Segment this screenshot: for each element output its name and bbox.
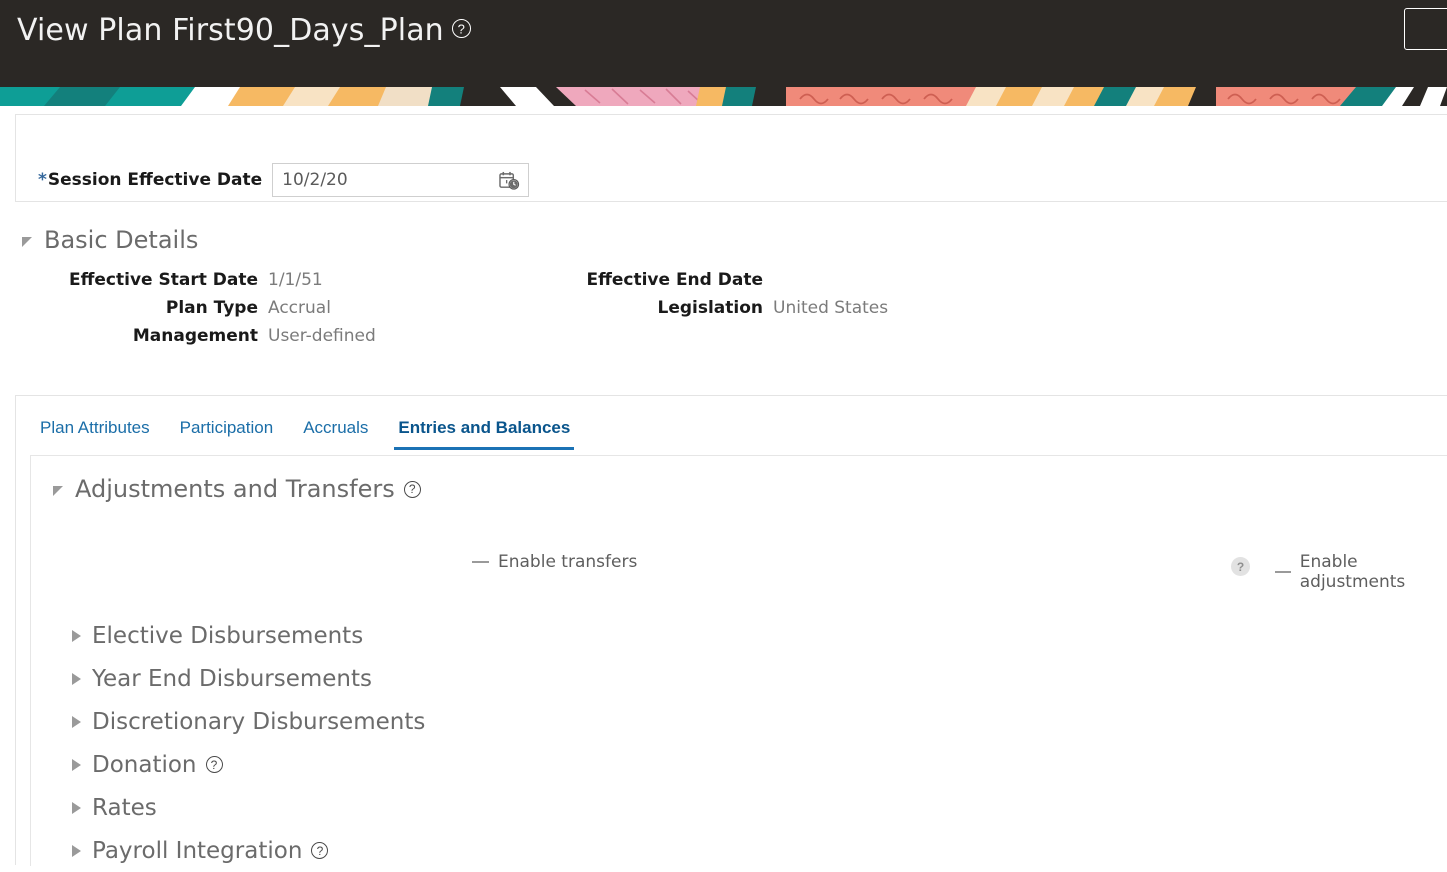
section-label: Discretionary Disbursements <box>92 708 426 735</box>
section-elective-disbursements[interactable]: Elective Disbursements <box>71 614 425 657</box>
plan-type-label: Plan Type <box>165 298 258 318</box>
tab-plan-attributes[interactable]: Plan Attributes <box>36 418 154 450</box>
effective-end-date-label: Effective End Date <box>586 270 763 290</box>
banner-pattern <box>0 87 1447 106</box>
session-effective-date-value: 10/2/20 <box>282 170 348 190</box>
help-circle-icon[interactable] <box>403 480 421 498</box>
legislation-value: United States <box>773 298 889 318</box>
calendar-clock-icon[interactable] <box>499 171 520 191</box>
legislation-label: Legislation <box>657 298 763 318</box>
app-header: View Plan First90_Days_Plan <box>0 0 1447 87</box>
section-label: Elective Disbursements <box>92 622 364 649</box>
collapse-triangle-down-icon[interactable] <box>22 233 36 247</box>
expand-triangle-right-icon[interactable] <box>71 629 83 643</box>
basic-details-header[interactable]: Basic Details <box>22 226 198 254</box>
decorative-banner-strip <box>0 87 1447 106</box>
adjustments-and-transfers-title: Adjustments and Transfers <box>75 475 395 503</box>
header-action-button[interactable] <box>1404 8 1447 50</box>
expand-triangle-right-icon[interactable] <box>71 672 83 686</box>
section-donation[interactable]: Donation <box>71 743 425 786</box>
section-label: Year End Disbursements <box>92 665 373 692</box>
toggle-off-dash-icon <box>1275 571 1291 573</box>
section-payroll-integration[interactable]: Payroll Integration <box>71 829 425 872</box>
toggle-off-dash-icon <box>472 561 489 563</box>
required-marker: * <box>38 170 47 190</box>
field-row: Legislation United States <box>505 299 888 318</box>
help-circle-icon[interactable] <box>451 19 471 38</box>
plan-tabs-panel: Plan Attributes Participation Accruals E… <box>15 395 1447 866</box>
basic-details-left-column: Effective Start Date 1/1/51 Plan Type Ac… <box>0 271 376 355</box>
enable-transfers-toggle[interactable]: Enable transfers <box>472 552 637 572</box>
entries-and-balances-content: Adjustments and Transfers Enable transfe… <box>30 455 1447 866</box>
section-discretionary-disbursements[interactable]: Discretionary Disbursements <box>71 700 425 743</box>
expand-triangle-right-icon[interactable] <box>71 801 83 815</box>
enable-adjustments-toggle[interactable]: Enable adjustments <box>1275 552 1447 592</box>
tab-participation[interactable]: Participation <box>176 418 278 450</box>
expand-triangle-right-icon[interactable] <box>71 844 83 858</box>
section-rates[interactable]: Rates <box>71 786 425 829</box>
expand-triangle-right-icon[interactable] <box>71 715 83 729</box>
session-label-text: Session Effective Date <box>47 170 263 190</box>
page-body: *Session Effective Date 10/2/20 Basic De… <box>0 106 1447 868</box>
section-label: Rates <box>92 794 157 821</box>
enable-transfers-label: Enable transfers <box>498 552 638 572</box>
basic-details-right-column: Effective End Date Legislation United St… <box>505 271 888 327</box>
section-label: Donation <box>92 751 197 778</box>
management-label: Management <box>132 326 258 346</box>
page-title: View Plan First90_Days_Plan <box>17 13 471 48</box>
field-row: Management User-defined <box>0 327 376 346</box>
info-help-icon[interactable] <box>1231 557 1250 576</box>
field-row: Plan Type Accrual <box>0 299 376 318</box>
section-label: Payroll Integration <box>92 837 303 864</box>
help-circle-icon[interactable] <box>311 842 329 859</box>
field-row: Effective End Date <box>505 271 888 290</box>
session-effective-date-label: *Session Effective Date <box>38 170 262 190</box>
effective-start-date-value: 1/1/51 <box>268 270 323 290</box>
section-year-end-disbursements[interactable]: Year End Disbursements <box>71 657 425 700</box>
collapse-triangle-down-icon[interactable] <box>53 482 67 496</box>
effective-start-date-label: Effective Start Date <box>69 270 258 290</box>
management-value: User-defined <box>268 326 376 346</box>
enable-toggles-row: Enable transfers Enable adjustments <box>31 552 1447 592</box>
tab-accruals[interactable]: Accruals <box>299 418 372 450</box>
collapsed-sections-list: Elective Disbursements Year End Disburse… <box>71 614 425 872</box>
plan-type-value: Accrual <box>268 298 331 318</box>
session-effective-date-input[interactable]: 10/2/20 <box>272 163 530 197</box>
enable-adjustments-label: Enable adjustments <box>1299 552 1406 592</box>
adjustments-and-transfers-header[interactable]: Adjustments and Transfers <box>53 475 421 503</box>
tab-entries-and-balances[interactable]: Entries and Balances <box>394 418 575 450</box>
expand-triangle-right-icon[interactable] <box>71 758 83 772</box>
help-circle-icon[interactable] <box>205 756 223 773</box>
tab-bar: Plan Attributes Participation Accruals E… <box>36 414 575 450</box>
basic-details-title: Basic Details <box>44 226 199 254</box>
session-effective-date-panel: *Session Effective Date 10/2/20 <box>15 114 1447 202</box>
field-row: Effective Start Date 1/1/51 <box>0 271 376 290</box>
session-effective-date-row: *Session Effective Date 10/2/20 <box>38 163 530 197</box>
page-title-text: View Plan First90_Days_Plan <box>17 13 444 48</box>
